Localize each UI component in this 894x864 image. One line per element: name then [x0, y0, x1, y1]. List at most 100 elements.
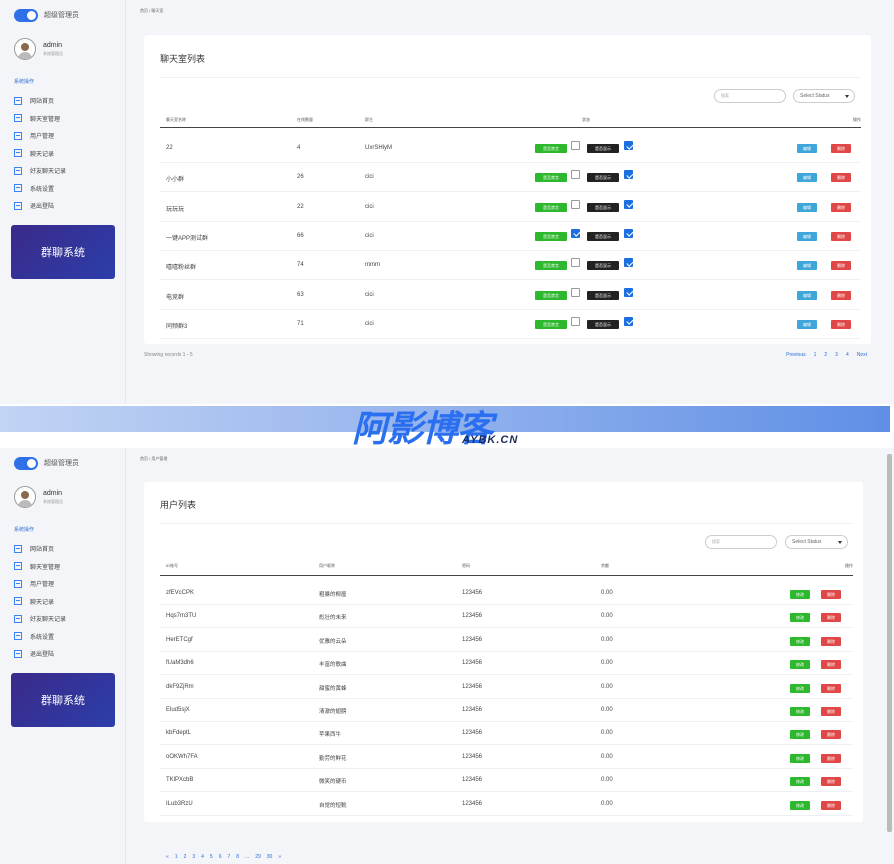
show-checkbox[interactable] — [624, 199, 633, 209]
edit-button[interactable]: 编辑 — [797, 261, 817, 271]
page-link[interactable]: 4 — [846, 352, 849, 358]
show-button[interactable]: 是否显示 — [587, 261, 619, 271]
show-button[interactable]: 是否显示 — [587, 173, 619, 183]
page-link[interactable]: ... — [245, 854, 249, 860]
delete-button[interactable]: 删除 — [831, 202, 851, 212]
edit-button[interactable]: 修改 — [790, 777, 810, 787]
delete-button[interactable]: 删除 — [831, 144, 851, 153]
edit-button[interactable]: 修改 — [790, 753, 810, 763]
mute-checkbox[interactable] — [571, 316, 580, 326]
edit-button[interactable]: 编辑 — [797, 231, 817, 241]
sidebar-item-chat-records[interactable]: 聊天记录 — [14, 593, 66, 611]
edit-button[interactable]: 编辑 — [797, 319, 817, 329]
mute-checkbox[interactable] — [571, 170, 580, 180]
mute-button[interactable]: 是否禁言 — [535, 319, 567, 329]
delete-button[interactable]: 删除 — [821, 707, 841, 716]
sidebar-item-settings[interactable]: 系统设置 — [14, 628, 66, 646]
edit-button[interactable]: 修改 — [790, 800, 810, 810]
toggle-icon[interactable] — [14, 8, 38, 22]
page-link[interactable]: 6 — [219, 854, 222, 860]
show-button[interactable]: 是否显示 — [587, 231, 619, 241]
mute-checkbox[interactable] — [571, 141, 580, 150]
status-select[interactable]: Select Status — [793, 89, 855, 103]
page-link[interactable]: 2 — [824, 352, 827, 358]
sidebar-item-logout[interactable]: 退出登陆 — [14, 645, 66, 663]
show-button[interactable]: 是否显示 — [587, 202, 619, 212]
page-link[interactable]: 4 — [201, 854, 204, 860]
page-link[interactable]: 30 — [267, 854, 273, 860]
edit-button[interactable]: 修改 — [790, 683, 810, 693]
mute-button[interactable]: 是否禁言 — [535, 231, 567, 241]
sidebar-item-chatrooms[interactable]: 聊天室管理 — [14, 558, 66, 576]
page-link[interactable]: 7 — [227, 854, 230, 860]
sidebar-item-friend-records[interactable]: 好友聊天记录 — [14, 610, 66, 628]
edit-button[interactable]: 修改 — [790, 613, 810, 623]
sidebar-item-users[interactable]: 用户管理 — [14, 575, 66, 593]
user-profile[interactable]: admin 系统管理员 — [14, 38, 63, 60]
page-link[interactable]: « — [166, 854, 169, 860]
status-select[interactable]: Select Status — [785, 535, 848, 549]
brand[interactable]: 超级管理员 — [14, 456, 79, 470]
delete-button[interactable]: 删除 — [821, 730, 841, 740]
delete-button[interactable]: 删除 — [821, 800, 841, 810]
delete-button[interactable]: 删除 — [821, 683, 841, 693]
edit-button[interactable]: 编辑 — [797, 144, 817, 153]
sidebar-item-users[interactable]: 用户管理 — [14, 127, 66, 145]
mute-button[interactable]: 是否禁言 — [535, 202, 567, 212]
delete-button[interactable]: 删除 — [831, 290, 851, 300]
delete-button[interactable]: 删除 — [821, 590, 841, 599]
delete-button[interactable]: 删除 — [831, 231, 851, 241]
delete-button[interactable]: 删除 — [831, 173, 851, 183]
toggle-icon[interactable] — [14, 456, 38, 470]
delete-button[interactable]: 删除 — [821, 660, 841, 670]
mute-button[interactable]: 是否禁言 — [535, 173, 567, 183]
mute-checkbox[interactable] — [571, 258, 580, 268]
search-input[interactable]: 搜索 — [714, 89, 786, 103]
page-link[interactable]: 1 — [814, 352, 817, 358]
page-link[interactable]: Next — [857, 352, 867, 358]
show-button[interactable]: 是否显示 — [587, 144, 619, 153]
delete-button[interactable]: 删除 — [821, 613, 841, 623]
page-link[interactable]: » — [278, 854, 281, 860]
show-button[interactable]: 是否显示 — [587, 319, 619, 329]
delete-button[interactable]: 删除 — [831, 261, 851, 271]
mute-button[interactable]: 是否禁言 — [535, 290, 567, 300]
delete-button[interactable]: 删除 — [821, 777, 841, 787]
page-link[interactable]: 1 — [175, 854, 178, 860]
page-link[interactable]: 5 — [210, 854, 213, 860]
sidebar-item-home[interactable]: 网站首页 — [14, 92, 66, 110]
page-link[interactable]: Previous — [786, 352, 805, 358]
mute-checkbox[interactable] — [571, 199, 580, 209]
sidebar-item-home[interactable]: 网站首页 — [14, 540, 66, 558]
edit-button[interactable]: 修改 — [790, 730, 810, 740]
delete-button[interactable]: 删除 — [831, 319, 851, 329]
scrollbar[interactable] — [887, 454, 892, 832]
sidebar-item-settings[interactable]: 系统设置 — [14, 180, 66, 198]
show-button[interactable]: 是否显示 — [587, 290, 619, 300]
page-link[interactable]: 8 — [236, 854, 239, 860]
edit-button[interactable]: 修改 — [790, 636, 810, 646]
edit-button[interactable]: 编辑 — [797, 202, 817, 212]
search-input[interactable]: 搜索 — [705, 535, 777, 549]
page-link[interactable]: 3 — [835, 352, 838, 358]
edit-button[interactable]: 编辑 — [797, 173, 817, 183]
show-checkbox[interactable] — [624, 228, 633, 238]
page-link[interactable]: 3 — [192, 854, 195, 860]
sidebar-item-friend-records[interactable]: 好友聊天记录 — [14, 162, 66, 180]
show-checkbox[interactable] — [624, 316, 633, 326]
show-checkbox[interactable] — [624, 258, 633, 268]
page-link[interactable]: 2 — [184, 854, 187, 860]
page-link[interactable]: 29 — [255, 854, 261, 860]
delete-button[interactable]: 删除 — [821, 636, 841, 646]
edit-button[interactable]: 修改 — [790, 590, 810, 599]
edit-button[interactable]: 修改 — [790, 707, 810, 716]
show-checkbox[interactable] — [624, 287, 633, 297]
edit-button[interactable]: 修改 — [790, 660, 810, 670]
sidebar-item-chat-records[interactable]: 聊天记录 — [14, 145, 66, 163]
user-profile[interactable]: admin 系统管理员 — [14, 486, 63, 508]
mute-button[interactable]: 是否禁言 — [535, 261, 567, 271]
brand[interactable]: 超级管理员 — [14, 8, 79, 22]
edit-button[interactable]: 编辑 — [797, 290, 817, 300]
mute-checkbox[interactable] — [571, 287, 580, 297]
mute-button[interactable]: 是否禁言 — [535, 144, 567, 153]
